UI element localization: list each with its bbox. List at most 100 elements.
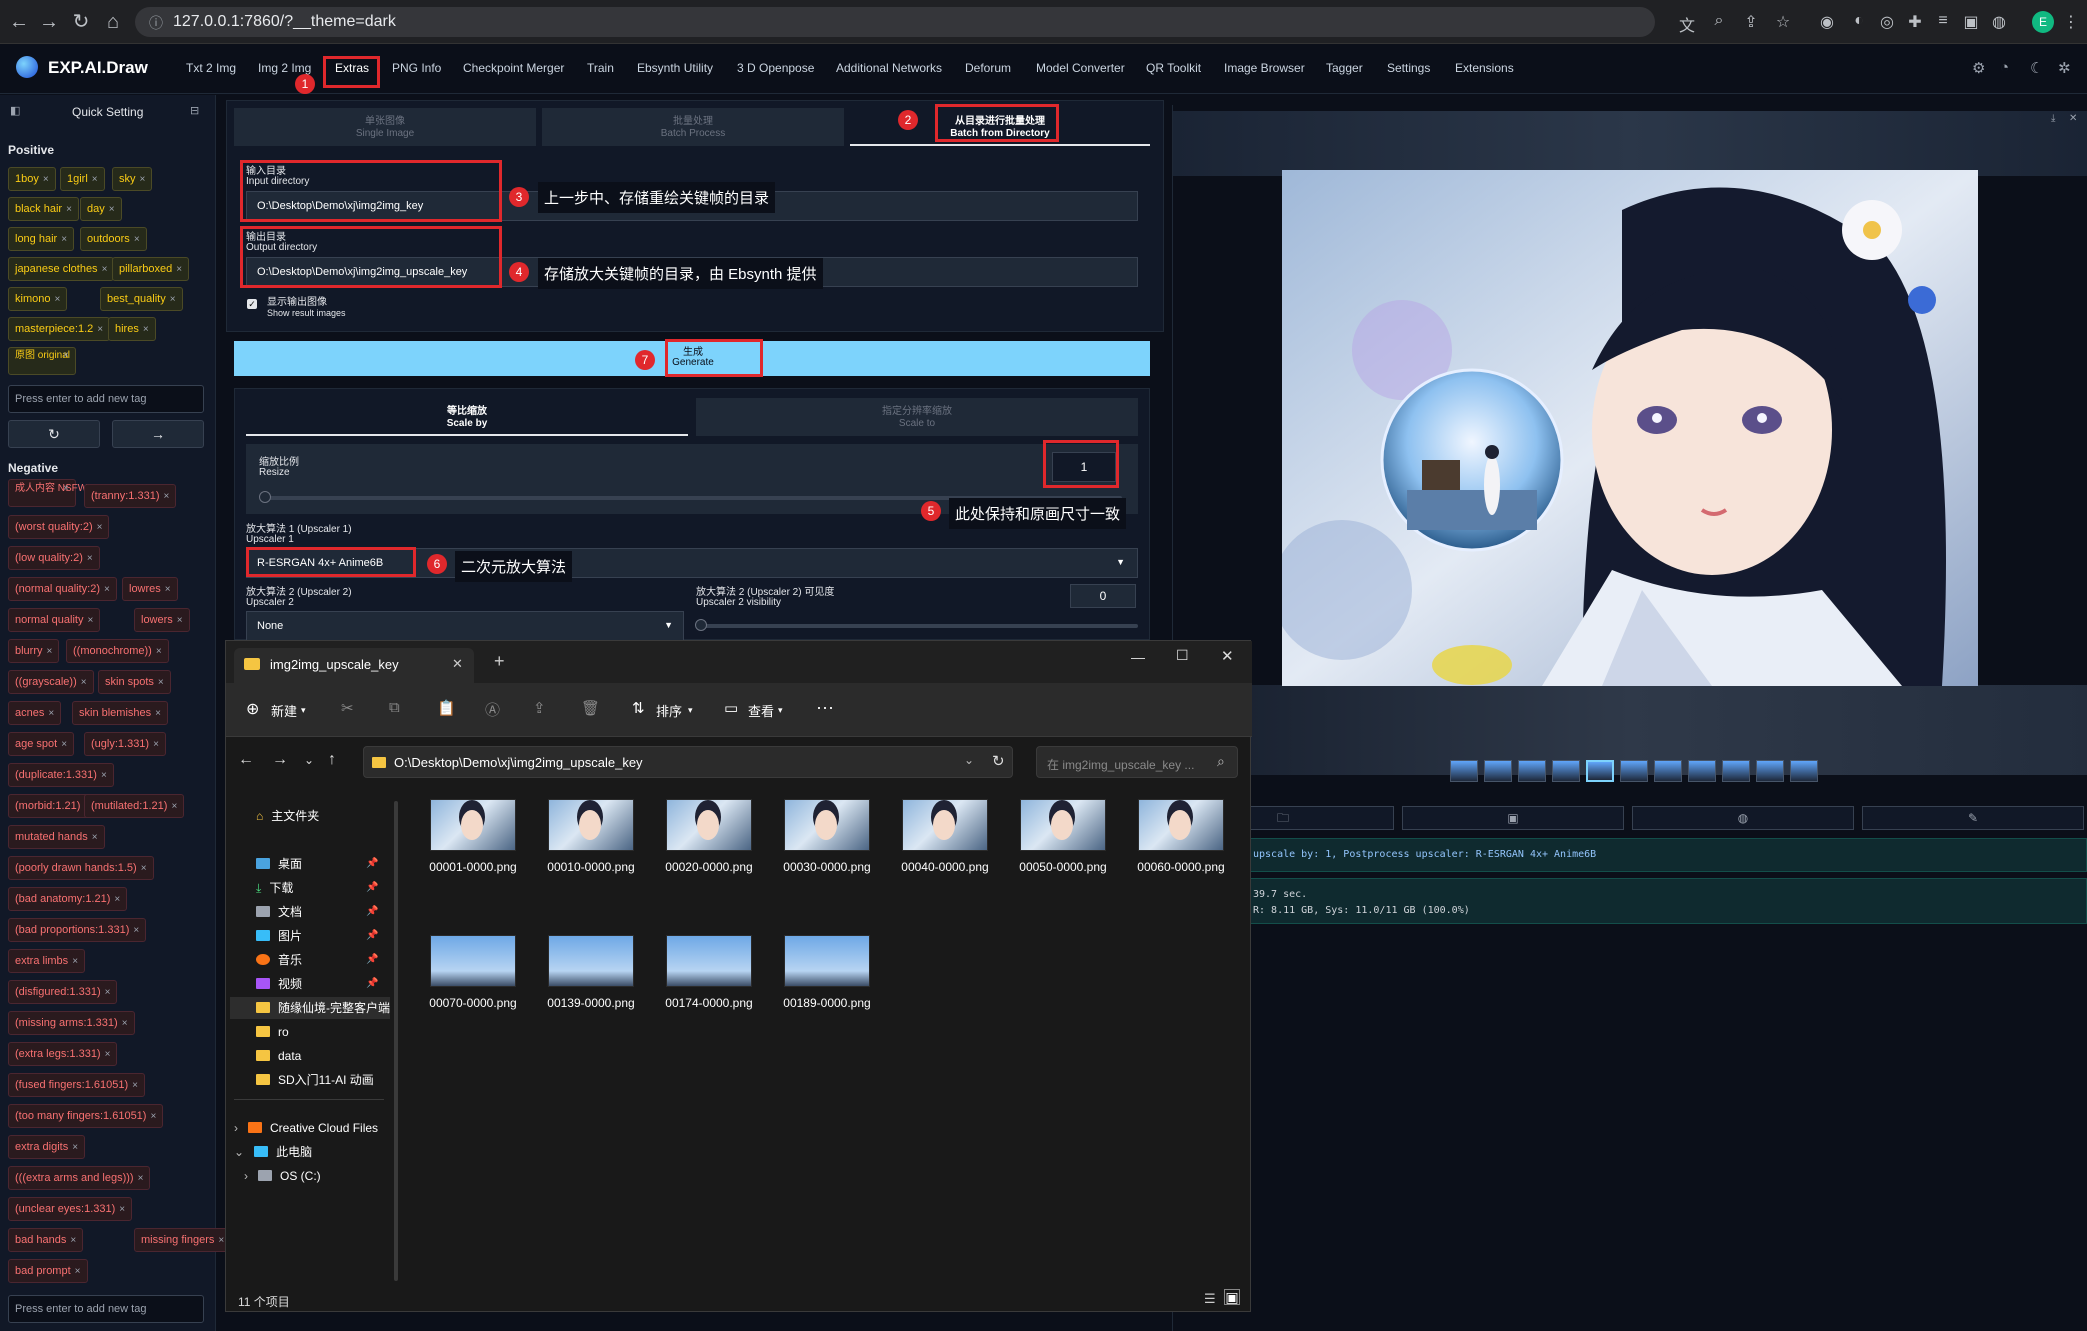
large-icons-view-icon[interactable]: ▣ (1224, 1289, 1240, 1305)
negative-tag[interactable]: skin blemishes × (72, 701, 168, 725)
remove-tag-icon[interactable]: × (158, 677, 164, 688)
tab-txt2img[interactable]: Txt 2 Img (186, 61, 236, 75)
github-icon[interactable]: ◔ (2000, 59, 2009, 76)
send-to-inpaint-button[interactable]: ◍ (1632, 806, 1854, 830)
download-icon[interactable]: ⤓ (2051, 113, 2055, 124)
extension-icon[interactable]: ◎ (1876, 12, 1898, 32)
nav-item-creative-cloud[interactable]: › Creative Cloud Files (234, 1117, 378, 1139)
remove-tag-icon[interactable]: × (101, 770, 107, 781)
reading-list-icon[interactable]: ≡ (1932, 12, 1954, 30)
negative-tag[interactable]: (duplicate:1.331) × (8, 763, 114, 787)
positive-tag[interactable]: masterpiece:1.2 × (8, 317, 111, 341)
negative-tag[interactable]: bad hands × (8, 1228, 84, 1252)
negative-tag[interactable]: (extra legs:1.331) × (8, 1042, 118, 1066)
close-icon[interactable]: ✕ (2069, 113, 2077, 124)
positive-tag[interactable]: best_quality × (100, 287, 183, 311)
negative-tag[interactable]: (mutilated:1.21) × (84, 794, 185, 818)
negative-tag[interactable]: mutated hands × (8, 825, 105, 849)
positive-tag[interactable]: day × (80, 197, 122, 221)
gallery-thumbnail[interactable] (1688, 760, 1716, 782)
visibility-slider[interactable] (700, 624, 1138, 628)
rename-icon[interactable]: Ⓐ (485, 699, 500, 720)
copy-icon[interactable]: ⧉ (389, 699, 400, 716)
negative-tag[interactable]: ((monochrome)) × (66, 639, 169, 663)
nav-item-folder[interactable]: data (256, 1045, 301, 1067)
side-panel-icon[interactable]: ▣ (1960, 12, 1982, 32)
remove-tag-icon[interactable]: × (87, 553, 93, 564)
delete-icon[interactable]: 🗑 (581, 699, 600, 717)
gallery-thumbnail[interactable] (1654, 760, 1682, 782)
new-button[interactable]: 新建 (271, 701, 297, 720)
remove-tag-icon[interactable]: × (141, 863, 147, 874)
nav-item-desktop[interactable]: 桌面 📌 (256, 853, 378, 875)
gallery-thumbnail[interactable] (1620, 760, 1648, 782)
negative-tag[interactable]: bad prompt × (8, 1259, 88, 1283)
tab-settings[interactable]: Settings (1387, 61, 1430, 75)
send-to-extras-button[interactable]: ✎ (1862, 806, 2084, 830)
up-icon[interactable]: ↑ (328, 751, 336, 769)
remove-tag-icon[interactable]: × (122, 1018, 128, 1029)
show-results-checkbox[interactable]: ✓ (247, 299, 257, 309)
remove-tag-icon[interactable]: × (92, 174, 98, 185)
file-item[interactable]: 00189-0000.png (782, 935, 872, 1055)
tab-scale-by[interactable]: 等比缩放 Scale by (246, 398, 688, 436)
tab-qr-toolkit[interactable]: QR Toolkit (1146, 61, 1201, 75)
tab-scale-to[interactable]: 指定分辨率缩放 Scale to (696, 398, 1138, 436)
nav-item-videos[interactable]: 视频 📌 (256, 973, 378, 995)
remove-tag-icon[interactable]: × (54, 294, 60, 305)
settings-icon[interactable]: ✲ (2058, 59, 2071, 77)
remove-tag-icon[interactable]: × (109, 204, 115, 215)
remove-tag-icon[interactable]: × (61, 739, 67, 750)
nav-scrollbar[interactable] (394, 801, 398, 1281)
file-item[interactable]: 00060-0000.png (1136, 799, 1226, 919)
gallery-thumbnail[interactable] (1552, 760, 1580, 782)
add-icon[interactable]: ⊕ (246, 699, 259, 719)
remove-tag-icon[interactable]: × (72, 956, 78, 967)
file-item[interactable]: 00050-0000.png (1018, 799, 1108, 919)
remove-tag-icon[interactable]: × (133, 925, 139, 936)
cut-icon[interactable]: ✂ (341, 699, 354, 717)
remove-tag-icon[interactable]: × (75, 1266, 81, 1277)
positive-tag[interactable]: outdoors × (80, 227, 147, 251)
gallery-thumbnail[interactable] (1518, 760, 1546, 782)
negative-tag[interactable]: acnes × (8, 701, 62, 725)
explorer-search-input[interactable]: 在 img2img_upscale_key ... ⌕ (1036, 746, 1238, 778)
remove-tag-icon[interactable]: × (48, 708, 54, 719)
sort-button[interactable]: 排序 (656, 701, 682, 720)
upscaler2-dropdown[interactable]: None ▼ (246, 611, 684, 641)
address-bar[interactable]: ⓘ 127.0.0.1:7860/?__theme=dark (135, 7, 1655, 37)
tab-additional-networks[interactable]: Additional Networks (836, 61, 942, 75)
nav-item-folder[interactable]: SD入门11-AI 动画 (256, 1069, 374, 1091)
remove-tag-icon[interactable]: × (177, 615, 183, 626)
negative-tag-input[interactable]: Press enter to add new tag (8, 1295, 204, 1323)
positive-tag[interactable]: kimono × (8, 287, 68, 311)
file-item[interactable]: 00139-0000.png (546, 935, 636, 1055)
send-to-img2img-button[interactable]: ▣ (1402, 806, 1624, 830)
remove-tag-icon[interactable]: × (47, 646, 53, 657)
tab-tagger[interactable]: Tagger (1326, 61, 1363, 75)
remove-tag-icon[interactable]: × (155, 708, 161, 719)
negative-tag[interactable]: (low quality:2) × (8, 546, 100, 570)
tab-model-converter[interactable]: Model Converter (1036, 61, 1125, 75)
tab-png-info[interactable]: PNG Info (392, 61, 441, 75)
gallery-thumbnail[interactable] (1722, 760, 1750, 782)
zoom-icon[interactable]: ⌕ (1708, 12, 1730, 30)
negative-tag[interactable]: lowres × (122, 577, 178, 601)
remove-tag-icon[interactable]: × (114, 894, 120, 905)
file-item[interactable]: 00174-0000.png (664, 935, 754, 1055)
new-tab-icon[interactable]: + (494, 651, 505, 672)
tab-checkpoint-merger[interactable]: Checkpoint Merger (463, 61, 564, 75)
home-icon[interactable]: ⌂ (98, 7, 128, 37)
positive-tag[interactable]: 1boy × (8, 167, 56, 191)
negative-tag[interactable]: missing fingers × (134, 1228, 232, 1252)
nav-item-home[interactable]: ⌂ 主文件夹 (256, 805, 319, 827)
remove-tag-icon[interactable]: × (171, 801, 177, 812)
remove-tag-icon[interactable]: × (138, 1173, 144, 1184)
profile-avatar[interactable]: E (2032, 11, 2054, 33)
visibility-number-input[interactable]: 0 (1070, 584, 1136, 608)
negative-tag[interactable]: (too many fingers:1.61051) × (8, 1104, 164, 1128)
remove-tag-icon[interactable]: × (105, 987, 111, 998)
extension-icon[interactable]: ◍ (1988, 12, 2010, 32)
remove-tag-icon[interactable]: × (63, 483, 69, 494)
file-item[interactable]: 00030-0000.png (782, 799, 872, 919)
